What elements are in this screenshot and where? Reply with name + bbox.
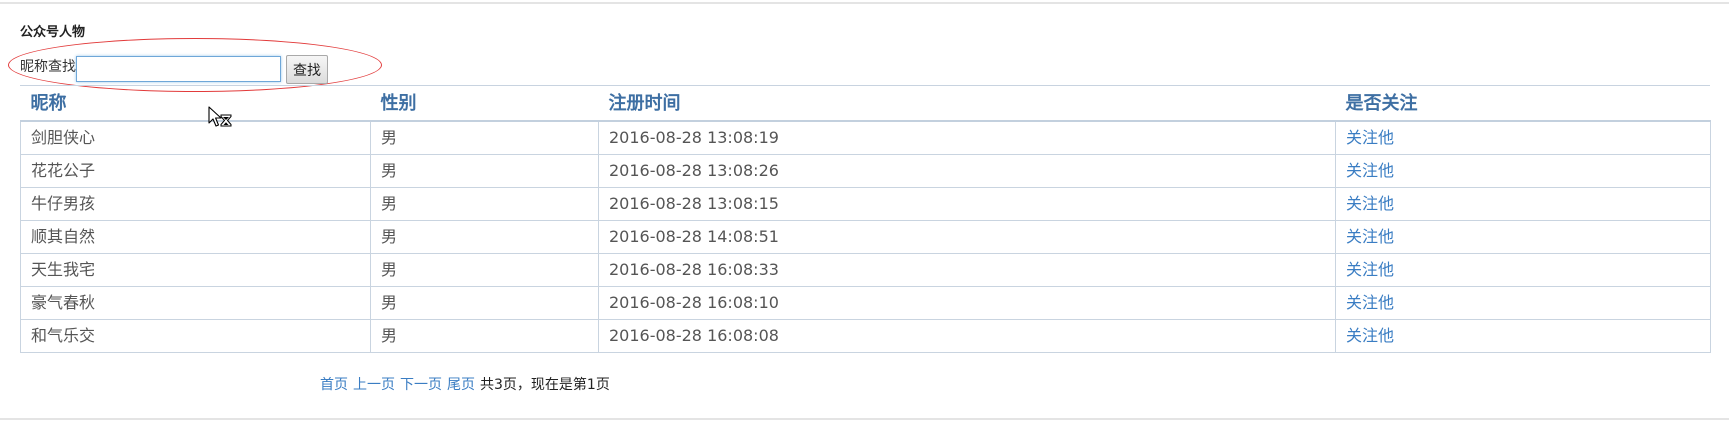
cell-nickname: 豪气春秋 [20,286,371,320]
cell-gender: 男 [370,220,599,254]
follow-link[interactable]: 关注他 [1335,187,1711,221]
follow-link[interactable]: 关注他 [1335,286,1711,320]
cell-register-time: 2016-08-28 16:08:10 [598,286,1336,320]
search-button[interactable]: 查找 [286,55,328,84]
cell-nickname: 顺其自然 [20,220,371,254]
prev-page-link[interactable]: 上一页 [353,377,395,393]
table-row: 牛仔男孩 男 2016-08-28 13:08:15 关注他 [20,187,1711,221]
cell-gender: 男 [370,154,599,188]
column-header-register-time: 注册时间 [598,88,1336,122]
first-page-link[interactable]: 首页 [320,377,348,393]
cell-gender: 男 [370,286,599,320]
cell-nickname: 牛仔男孩 [20,187,371,221]
search-label: 昵称查找 [20,59,76,75]
user-table: 昵称 性别 注册时间 是否关注 剑胆侠心 男 2016-08-28 13:08:… [20,88,1711,353]
pagination: 首页 上一页 下一页 尾页 共3页，现在是第1页 [320,376,610,394]
table-row: 顺其自然 男 2016-08-28 14:08:51 关注他 [20,220,1711,254]
cell-register-time: 2016-08-28 14:08:51 [598,220,1336,254]
follow-link[interactable]: 关注他 [1335,319,1711,353]
bottom-divider [0,418,1729,420]
top-divider [0,2,1729,4]
table-row: 豪气春秋 男 2016-08-28 16:08:10 关注他 [20,286,1711,320]
cell-gender: 男 [370,253,599,287]
cell-gender: 男 [370,120,599,155]
last-page-link[interactable]: 尾页 [447,377,475,393]
table-row: 和气乐交 男 2016-08-28 16:08:08 关注他 [20,319,1711,353]
pagination-summary: 共3页，现在是第1页 [480,377,610,393]
nickname-search-input[interactable] [76,56,281,82]
cell-register-time: 2016-08-28 16:08:08 [598,319,1336,353]
column-header-follow: 是否关注 [1335,88,1711,122]
table-row: 天生我宅 男 2016-08-28 16:08:33 关注他 [20,253,1711,287]
cell-register-time: 2016-08-28 13:08:19 [598,120,1336,155]
cell-nickname: 花花公子 [20,154,371,188]
cell-nickname: 和气乐交 [20,319,371,353]
follow-link[interactable]: 关注他 [1335,220,1711,254]
column-header-gender: 性别 [370,88,599,122]
follow-link[interactable]: 关注他 [1335,120,1711,155]
follow-link[interactable]: 关注他 [1335,154,1711,188]
column-header-nickname: 昵称 [20,88,371,122]
cell-register-time: 2016-08-28 13:08:15 [598,187,1336,221]
cell-register-time: 2016-08-28 13:08:26 [598,154,1336,188]
table-row: 剑胆侠心 男 2016-08-28 13:08:19 关注他 [20,120,1711,155]
cell-nickname: 剑胆侠心 [20,120,371,155]
cell-register-time: 2016-08-28 16:08:33 [598,253,1336,287]
section-title: 公众号人物 [20,25,86,40]
table-row: 花花公子 男 2016-08-28 13:08:26 关注他 [20,154,1711,188]
next-page-link[interactable]: 下一页 [400,377,442,393]
page: 公众号人物 昵称查找 查找 昵称 性别 注册时间 是否关注 剑胆侠心 男 201… [0,0,1729,424]
follow-link[interactable]: 关注他 [1335,253,1711,287]
cell-gender: 男 [370,187,599,221]
table-top-rule [20,85,1710,86]
cell-nickname: 天生我宅 [20,253,371,287]
table-header-row: 昵称 性别 注册时间 是否关注 [20,88,1711,122]
cell-gender: 男 [370,319,599,353]
mouse-cursor-busy-icon [208,106,232,127]
